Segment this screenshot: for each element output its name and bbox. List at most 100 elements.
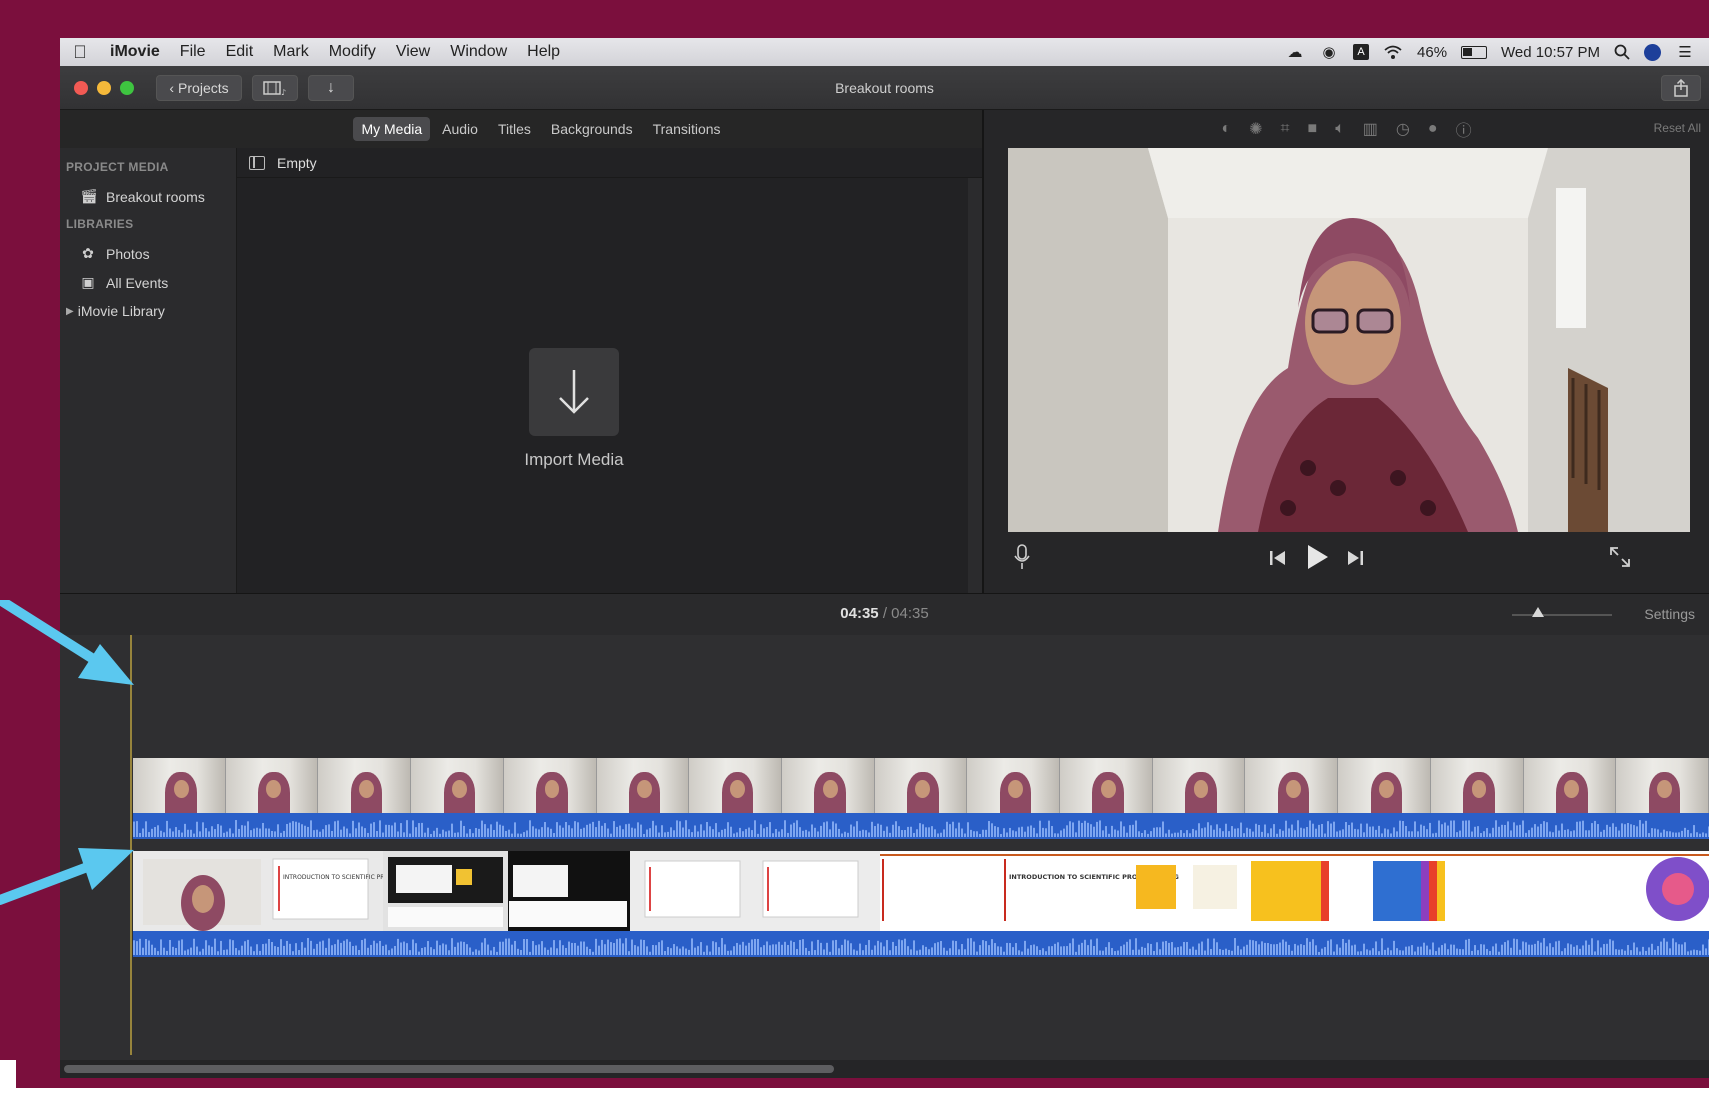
menu-clock[interactable]: Wed 10:57 PM: [1501, 44, 1600, 61]
media-browser: Empty Import Media: [236, 148, 982, 593]
tab-my-media[interactable]: My Media: [353, 117, 431, 141]
apple-icon[interactable]: : [60, 42, 100, 63]
time-separator: /: [882, 605, 887, 622]
timeline[interactable]: INTRODUCTION TO SCIENTIFIC PROGRAMMING I…: [60, 635, 1709, 1060]
cloud-status-icon[interactable]: ☁: [1285, 43, 1305, 61]
share-button[interactable]: [1661, 74, 1701, 101]
slides-filmstrip: INTRODUCTION TO SCIENTIFIC PROGRAMMING I…: [133, 851, 1709, 931]
import-media-label[interactable]: Import Media: [474, 450, 674, 470]
timeline-zoom-slider[interactable]: [1512, 607, 1612, 618]
scrollbar-thumb[interactable]: [64, 1065, 834, 1073]
sidebar-item-photos[interactable]: ✿ Photos: [66, 241, 230, 270]
chevron-left-icon: ‹: [169, 79, 175, 96]
skip-forward-icon[interactable]: [1346, 550, 1364, 566]
video-thumbnail: [1060, 758, 1153, 813]
video-thumbnail: [1616, 758, 1709, 813]
clip-filter-icon[interactable]: ●: [1428, 120, 1438, 138]
preview-frame: [1008, 148, 1690, 532]
notification-center-icon[interactable]: ☰: [1675, 43, 1695, 61]
audio-waveform: [133, 820, 1709, 837]
audio-waveform-track[interactable]: [133, 813, 1709, 839]
sync-icon[interactable]: ◉: [1319, 43, 1339, 61]
import-arrow-icon: [559, 370, 589, 414]
color-correction-icon[interactable]: ✺: [1249, 119, 1262, 139]
menu-modify[interactable]: Modify: [319, 43, 386, 61]
frame-border: [0, 1060, 16, 1102]
audio-waveform-track[interactable]: [133, 931, 1709, 957]
video-thumbnail: [225, 758, 319, 813]
menu-view[interactable]: View: [386, 43, 440, 61]
event-title: Empty: [277, 154, 317, 171]
media-browser-toggle-button[interactable]: ♪: [252, 74, 298, 101]
event-header: Empty: [237, 148, 982, 178]
color-balance-icon[interactable]: ◐: [1221, 120, 1231, 138]
play-icon[interactable]: [1306, 544, 1330, 570]
stabilization-icon[interactable]: ■: [1308, 120, 1318, 138]
sidebar-toggle-icon[interactable]: [249, 155, 265, 170]
star-box-icon: ▣: [81, 274, 95, 290]
tab-titles[interactable]: Titles: [490, 117, 539, 141]
menu-help[interactable]: Help: [517, 43, 570, 61]
annotation-arrow-slides-head: [78, 848, 134, 890]
clapperboard-icon: 🎬︎: [80, 188, 98, 204]
speed-icon[interactable]: ◷: [1396, 119, 1410, 139]
settings-button[interactable]: Settings: [1644, 606, 1695, 622]
zoom-window-button[interactable]: [120, 80, 134, 95]
wifi-icon[interactable]: [1383, 44, 1403, 60]
annotation-arrows: [0, 600, 134, 905]
window-toolbar: ‹ Projects ♪ ↓ Breakout rooms: [60, 66, 1709, 110]
frame-border: [0, 1088, 1709, 1102]
projects-button[interactable]: ‹ Projects: [156, 74, 242, 101]
projects-label: Projects: [178, 79, 229, 96]
crop-icon[interactable]: ⌗: [1281, 120, 1290, 138]
close-window-button[interactable]: [74, 80, 88, 95]
battery-icon[interactable]: [1461, 45, 1488, 59]
sidebar-item-label: All Events: [106, 274, 169, 291]
import-button[interactable]: ↓: [308, 74, 354, 101]
viewer-panel: ◐ ✺ ⌗ ■ 🔈︎ ▥ ◷ ● ⓘ Reset All: [982, 110, 1709, 593]
info-icon[interactable]: ⓘ: [1456, 117, 1472, 141]
video-preview[interactable]: [1008, 148, 1690, 532]
tab-backgrounds[interactable]: Backgrounds: [543, 117, 641, 141]
fullscreen-icon[interactable]: [1609, 546, 1631, 568]
import-media-button[interactable]: [529, 348, 619, 436]
video-clip-track[interactable]: [133, 758, 1709, 813]
video-thumbnail: [689, 758, 782, 813]
menu-mark[interactable]: Mark: [263, 43, 319, 61]
minimize-window-button[interactable]: [97, 80, 111, 95]
tab-transitions[interactable]: Transitions: [645, 117, 729, 141]
sidebar-item-all-events[interactable]: ▣ All Events: [66, 270, 230, 299]
annotation-arrow-video: [0, 600, 103, 667]
timeline-scrollbar[interactable]: [60, 1060, 1709, 1078]
annotation-arrow-slides: [0, 861, 95, 905]
menu-app-name[interactable]: iMovie: [100, 43, 170, 61]
libraries-heading: LIBRARIES: [66, 217, 134, 231]
zoom-knob[interactable]: [1532, 607, 1544, 617]
audio-waveform: [133, 938, 1709, 955]
slides-clip-track[interactable]: INTRODUCTION TO SCIENTIFIC PROGRAMMING I…: [133, 851, 1709, 931]
video-thumbnail: [503, 758, 597, 813]
disclosure-triangle-icon[interactable]: ▶: [66, 306, 74, 317]
sidebar-item-project[interactable]: 🎬︎ Breakout rooms: [66, 184, 230, 213]
search-icon[interactable]: [1614, 44, 1630, 60]
reset-all-button[interactable]: Reset All: [1654, 121, 1701, 135]
browser-scrollbar[interactable]: [968, 178, 982, 593]
download-arrow-icon: ↓: [327, 78, 335, 96]
sidebar-item-imovie-library[interactable]: ▶ iMovie Library: [66, 299, 230, 327]
menu-window[interactable]: Window: [440, 43, 517, 61]
playback-controls: [984, 538, 1709, 582]
noise-reduction-icon[interactable]: ▥: [1363, 119, 1378, 139]
timecode: 04:35 / 04:35: [60, 605, 1709, 622]
video-thumbnail: [133, 758, 226, 813]
tab-audio[interactable]: Audio: [434, 117, 486, 141]
menu-file[interactable]: File: [170, 43, 216, 61]
zoom-track: [1512, 614, 1612, 616]
video-thumbnail: [1430, 758, 1524, 813]
menu-edit[interactable]: Edit: [216, 43, 264, 61]
volume-icon[interactable]: 🔈︎: [1335, 120, 1345, 138]
skip-back-icon[interactable]: [1269, 550, 1287, 566]
siri-icon[interactable]: [1644, 43, 1661, 61]
project-media-heading: PROJECT MEDIA: [66, 160, 169, 174]
microphone-icon[interactable]: [1014, 544, 1030, 570]
input-source-icon[interactable]: A: [1353, 44, 1370, 60]
